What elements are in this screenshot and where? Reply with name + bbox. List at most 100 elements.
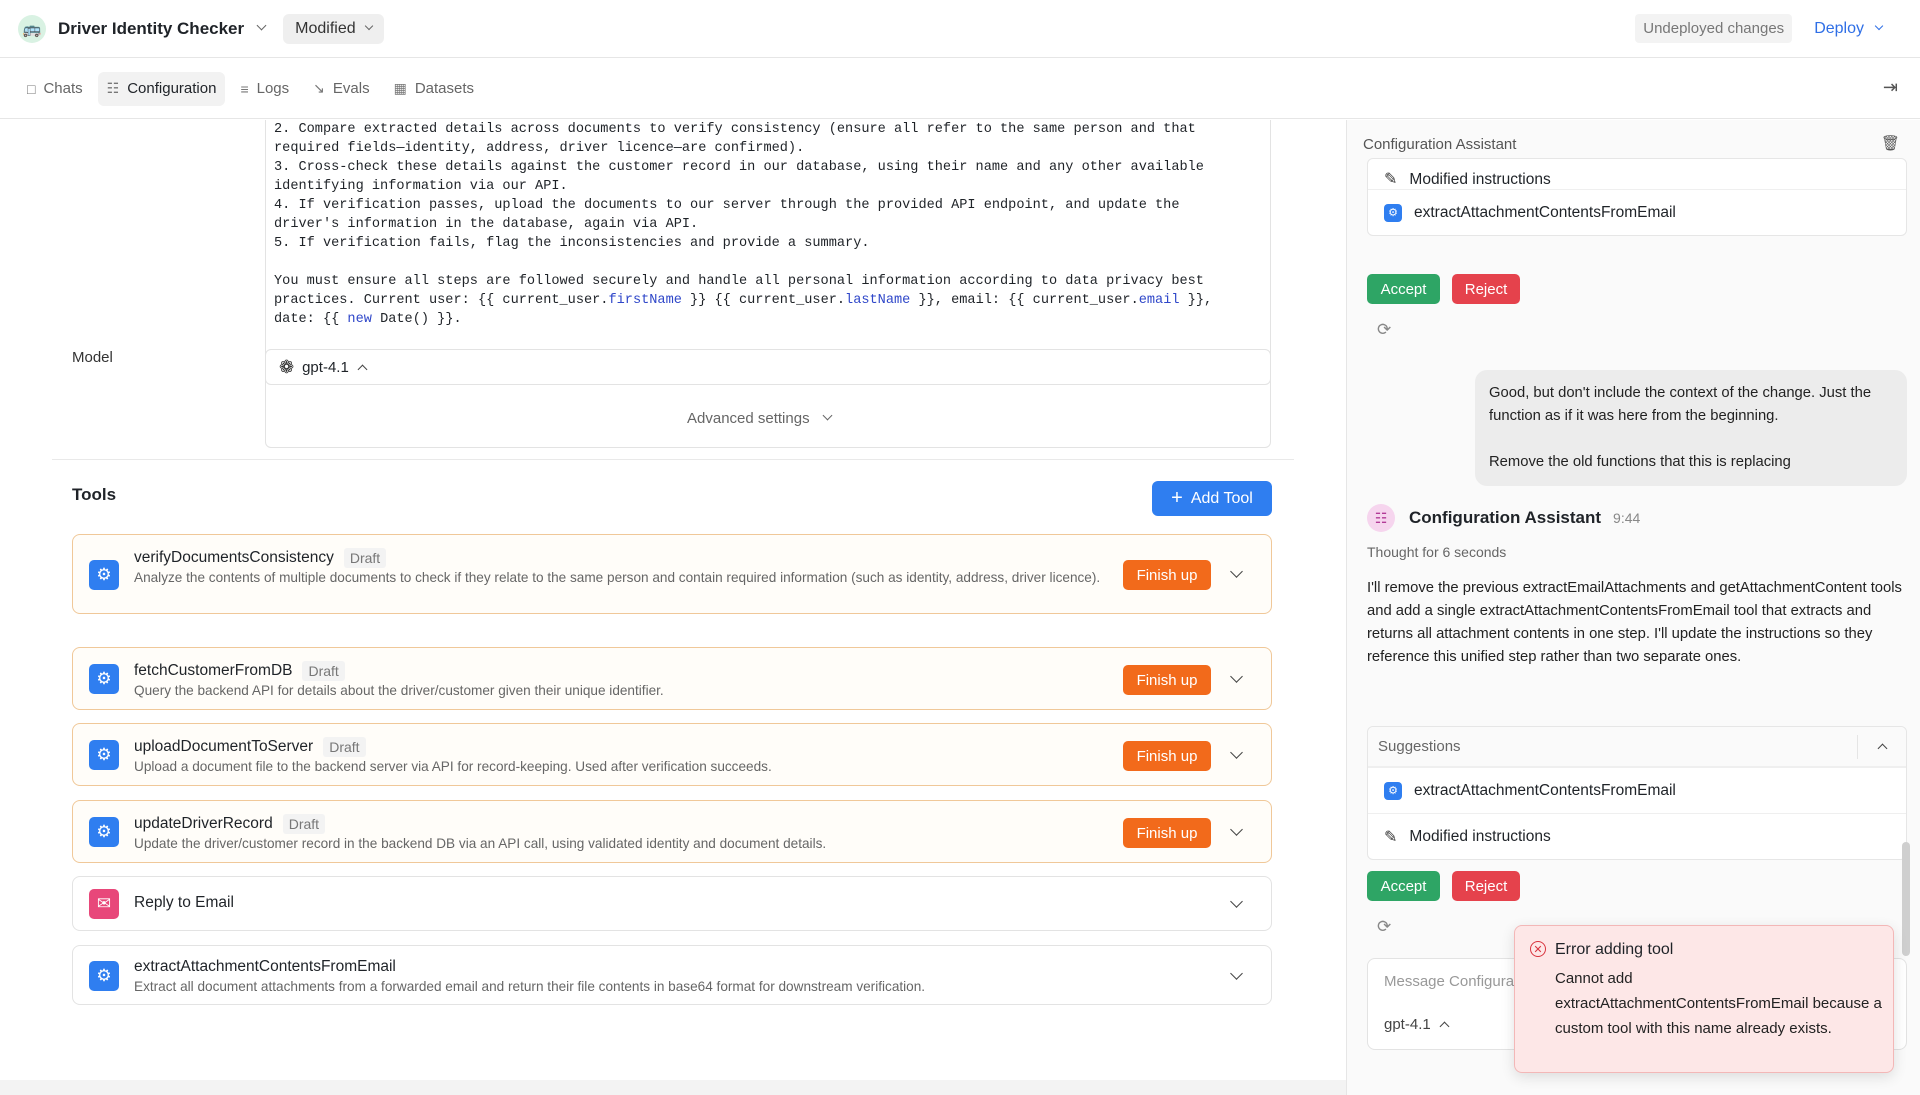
- finish-up-button[interactable]: Finish up: [1123, 741, 1211, 771]
- instructions-editor[interactable]: 2. Compare extracted details across docu…: [265, 120, 1271, 448]
- assistant-name: Configuration Assistant: [1409, 508, 1602, 527]
- suggestion-item-tool[interactable]: ⚙ extractAttachmentContentsFromEmail: [1368, 767, 1906, 813]
- reject-button[interactable]: Reject: [1452, 871, 1520, 901]
- text-segment: }}, email: {{ current_user.: [910, 293, 1139, 308]
- undeployed-changes-badge: Undeployed changes: [1635, 14, 1793, 43]
- tool-description: Query the backend API for details about …: [134, 683, 664, 698]
- draft-badge: Draft: [323, 737, 366, 757]
- advanced-settings-toggle[interactable]: Advanced settings: [687, 410, 833, 427]
- variable-token: email: [1138, 293, 1180, 308]
- deploy-button[interactable]: Deploy: [1814, 20, 1884, 38]
- finish-up-button[interactable]: Finish up: [1123, 665, 1211, 695]
- bus-icon: 🚌: [18, 14, 46, 43]
- chevron-down-icon[interactable]: [1230, 823, 1243, 836]
- suggestions-header[interactable]: Suggestions: [1368, 727, 1906, 767]
- app-title[interactable]: Driver Identity Checker: [58, 19, 244, 39]
- chevron-down-icon[interactable]: [1230, 670, 1243, 683]
- tool-card-update-driver-record[interactable]: ⚙ updateDriverRecord Draft Update the dr…: [72, 800, 1272, 863]
- refresh-icon[interactable]: ⟳: [1377, 320, 1391, 340]
- trash-icon[interactable]: 🗑: [1881, 134, 1900, 152]
- table-icon: ▦: [393, 80, 407, 96]
- chevron-down-icon[interactable]: [1230, 565, 1243, 578]
- tool-card-upload-document-to-server[interactable]: ⚙ uploadDocumentToServer Draft Upload a …: [72, 723, 1272, 786]
- configuration-main: 2. Compare extracted details across docu…: [0, 120, 1346, 1095]
- assistant-panel-title: Configuration Assistant: [1363, 136, 1517, 153]
- tool-name: verifyDocumentsConsistency Draft: [134, 548, 387, 568]
- instructions-line: 5. If verification fails, flag the incon…: [274, 236, 870, 251]
- chevron-down-icon[interactable]: [1230, 895, 1243, 908]
- status-badge[interactable]: Modified: [283, 13, 384, 44]
- gear-icon: ⚙: [1384, 781, 1402, 800]
- instructions-line: date: {{ new Date() }}.: [274, 310, 1262, 329]
- accept-button[interactable]: Accept: [1367, 274, 1440, 304]
- gear-icon: ⚙: [89, 664, 119, 694]
- draft-badge: Draft: [302, 661, 345, 681]
- input-model-select[interactable]: gpt-4.1: [1384, 1016, 1450, 1033]
- chevron-up-icon: [357, 364, 368, 374]
- suggestion-item-instructions[interactable]: ✎ Modified instructions: [1368, 159, 1906, 189]
- instructions-line: driver's information in the database, ag…: [274, 217, 699, 232]
- pencil-icon: ✎: [1384, 171, 1398, 188]
- add-tool-label: Add Tool: [1190, 489, 1253, 507]
- scrollbar-thumb[interactable]: [1902, 842, 1910, 956]
- advanced-settings-label: Advanced settings: [687, 410, 810, 427]
- user-message-text: Remove the old functions that this is re…: [1489, 454, 1791, 470]
- chevron-down-icon[interactable]: [256, 20, 267, 31]
- openai-icon: ❁: [279, 356, 295, 377]
- collapse-panel-icon[interactable]: ⇥: [1883, 77, 1898, 98]
- chevron-up-icon[interactable]: [1877, 743, 1888, 754]
- tab-logs[interactable]: ≡ Logs: [231, 72, 298, 106]
- error-icon: ✕: [1530, 941, 1546, 957]
- keyword-token: new: [347, 312, 372, 327]
- chevron-down-icon: [364, 21, 373, 30]
- tab-chats[interactable]: □ Chats: [18, 72, 92, 106]
- suggestion-item-instructions[interactable]: ✎ Modified instructions: [1368, 813, 1906, 859]
- instructions-line: 2. Compare extracted details across docu…: [274, 122, 1196, 137]
- tools-heading: Tools: [72, 485, 117, 504]
- finish-up-button[interactable]: Finish up: [1123, 560, 1211, 590]
- chevron-down-icon[interactable]: [1230, 967, 1243, 980]
- tool-name-text: uploadDocumentToServer: [134, 738, 314, 755]
- user-message: Good, but don't include the context of t…: [1475, 370, 1907, 486]
- tool-card-verify-documents-consistency[interactable]: ⚙ verifyDocumentsConsistency Draft Analy…: [72, 534, 1272, 614]
- chevron-down-icon[interactable]: [1230, 746, 1243, 759]
- plus-icon: +: [1171, 487, 1183, 509]
- tool-name-text: fetchCustomerFromDB: [134, 662, 293, 679]
- tool-card-fetch-customer-from-db[interactable]: ⚙ fetchCustomerFromDB Draft Query the ba…: [72, 647, 1272, 710]
- suggestion-item-tool[interactable]: ⚙ extractAttachmentContentsFromEmail: [1368, 189, 1906, 235]
- text-segment: practices. Current user: {{ current_user…: [274, 293, 609, 308]
- gear-icon: ⚙: [89, 740, 119, 770]
- tab-evals[interactable]: ↘ Evals: [304, 72, 378, 106]
- refresh-icon[interactable]: ⟳: [1377, 917, 1391, 937]
- logs-icon: ≡: [240, 80, 249, 97]
- tab-configuration[interactable]: ☷ Configuration: [97, 71, 226, 106]
- tab-label: Datasets: [414, 80, 475, 97]
- accept-button[interactable]: Accept: [1367, 871, 1440, 901]
- tab-label: Logs: [256, 80, 290, 97]
- divider: [1857, 735, 1858, 759]
- variable-token: firstName: [608, 293, 682, 308]
- assistant-message-header: ☷ Configuration Assistant 9:44: [1367, 504, 1640, 532]
- toast-message: Cannot add extractAttachmentContentsFrom…: [1555, 970, 1882, 1037]
- finish-up-button[interactable]: Finish up: [1123, 818, 1211, 848]
- suggestion-label: Modified instructions: [1409, 827, 1551, 845]
- suggestions-box: Suggestions ⚙ extractAttachmentContentsF…: [1367, 726, 1907, 860]
- text-segment: }} {{ current_user.: [681, 293, 846, 308]
- reject-button[interactable]: Reject: [1452, 274, 1520, 304]
- tab-bar: □ Chats ☷ Configuration ≡ Logs ↘ Evals ▦ Data…: [0, 59, 1920, 119]
- chevron-up-icon: [1439, 1021, 1450, 1032]
- tool-card-extract-attachment-contents[interactable]: ⚙ extractAttachmentContentsFromEmail Ext…: [72, 945, 1272, 1005]
- toast-title: Error adding tool: [1555, 941, 1674, 958]
- instructions-line: identifying information via our API.: [274, 179, 568, 194]
- previous-suggestions-box: ✎ Modified instructions ⚙ extractAttachm…: [1367, 158, 1907, 236]
- add-tool-button[interactable]: + Add Tool: [1152, 481, 1272, 516]
- tab-label: Configuration: [127, 80, 217, 97]
- tool-card-reply-to-email[interactable]: ✉ Reply to Email: [72, 876, 1272, 931]
- top-bar: 🚌 Driver Identity Checker Modified Undep…: [0, 0, 1920, 58]
- gear-icon: ⚙: [89, 560, 119, 590]
- thought-duration[interactable]: Thought for 6 seconds: [1367, 544, 1506, 560]
- tab-label: Evals: [332, 80, 370, 97]
- model-select[interactable]: ❁ gpt-4.1: [265, 349, 1271, 385]
- pencil-icon: ✎: [1384, 828, 1398, 846]
- tab-datasets[interactable]: ▦ Datasets: [385, 72, 483, 106]
